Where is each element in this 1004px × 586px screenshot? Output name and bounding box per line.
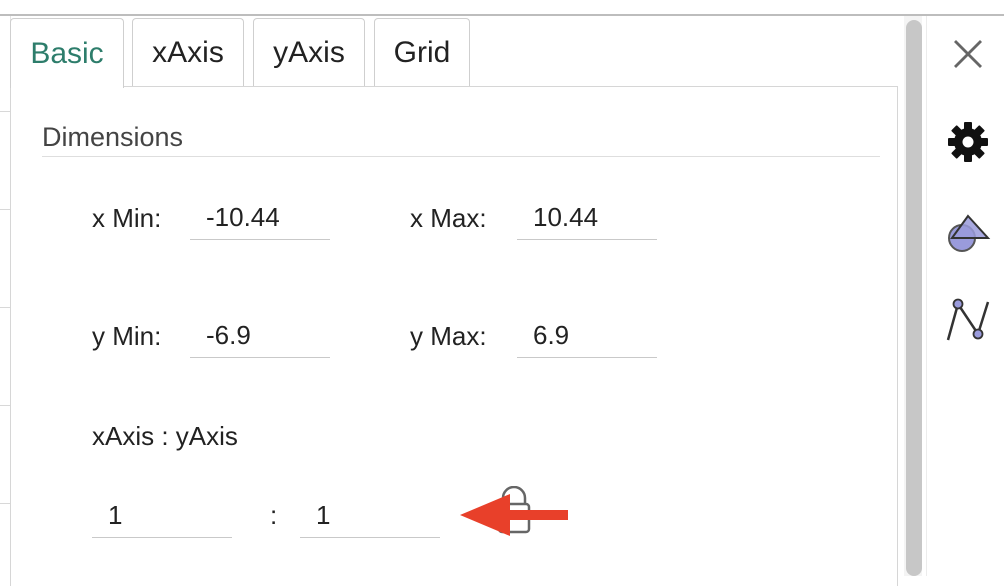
section-title: Dimensions xyxy=(42,122,184,152)
x-ratio-field[interactable]: 1 xyxy=(92,494,232,538)
shapes-icon xyxy=(948,214,991,252)
y-min-label: y Min: xyxy=(92,321,162,351)
top-divider xyxy=(0,14,1004,16)
settings-button[interactable] xyxy=(944,118,992,166)
tab-basic[interactable]: Basic xyxy=(10,18,124,88)
graphics-style-button[interactable] xyxy=(944,210,992,258)
y-ratio-field[interactable]: 1 xyxy=(300,494,440,538)
tab-yaxis[interactable]: yAxis xyxy=(253,18,365,86)
y-max-field[interactable]: 6.9 xyxy=(517,314,657,358)
close-icon xyxy=(954,40,982,68)
x-min-field[interactable]: -10.44 xyxy=(190,196,330,240)
x-max-label: x Max: xyxy=(410,203,487,233)
ratio-separator: : xyxy=(270,500,278,530)
y-max-label: y Max: xyxy=(410,321,487,351)
y-min-field[interactable]: -6.9 xyxy=(190,314,330,358)
scrollbar-thumb[interactable] xyxy=(906,20,922,576)
close-button[interactable] xyxy=(944,30,992,78)
algebra-button[interactable] xyxy=(944,296,992,344)
annotation-arrow-icon xyxy=(460,494,568,536)
x-max-field[interactable]: 10.44 xyxy=(517,196,657,240)
section-divider xyxy=(42,156,880,157)
graph-icon xyxy=(946,298,990,341)
x-min-label: x Min: xyxy=(92,203,162,233)
tab-xaxis[interactable]: xAxis xyxy=(132,18,244,86)
tab-grid[interactable]: Grid xyxy=(374,18,470,86)
gear-icon xyxy=(948,122,988,162)
axis-ratio-label: xAxis : yAxis xyxy=(92,421,238,451)
